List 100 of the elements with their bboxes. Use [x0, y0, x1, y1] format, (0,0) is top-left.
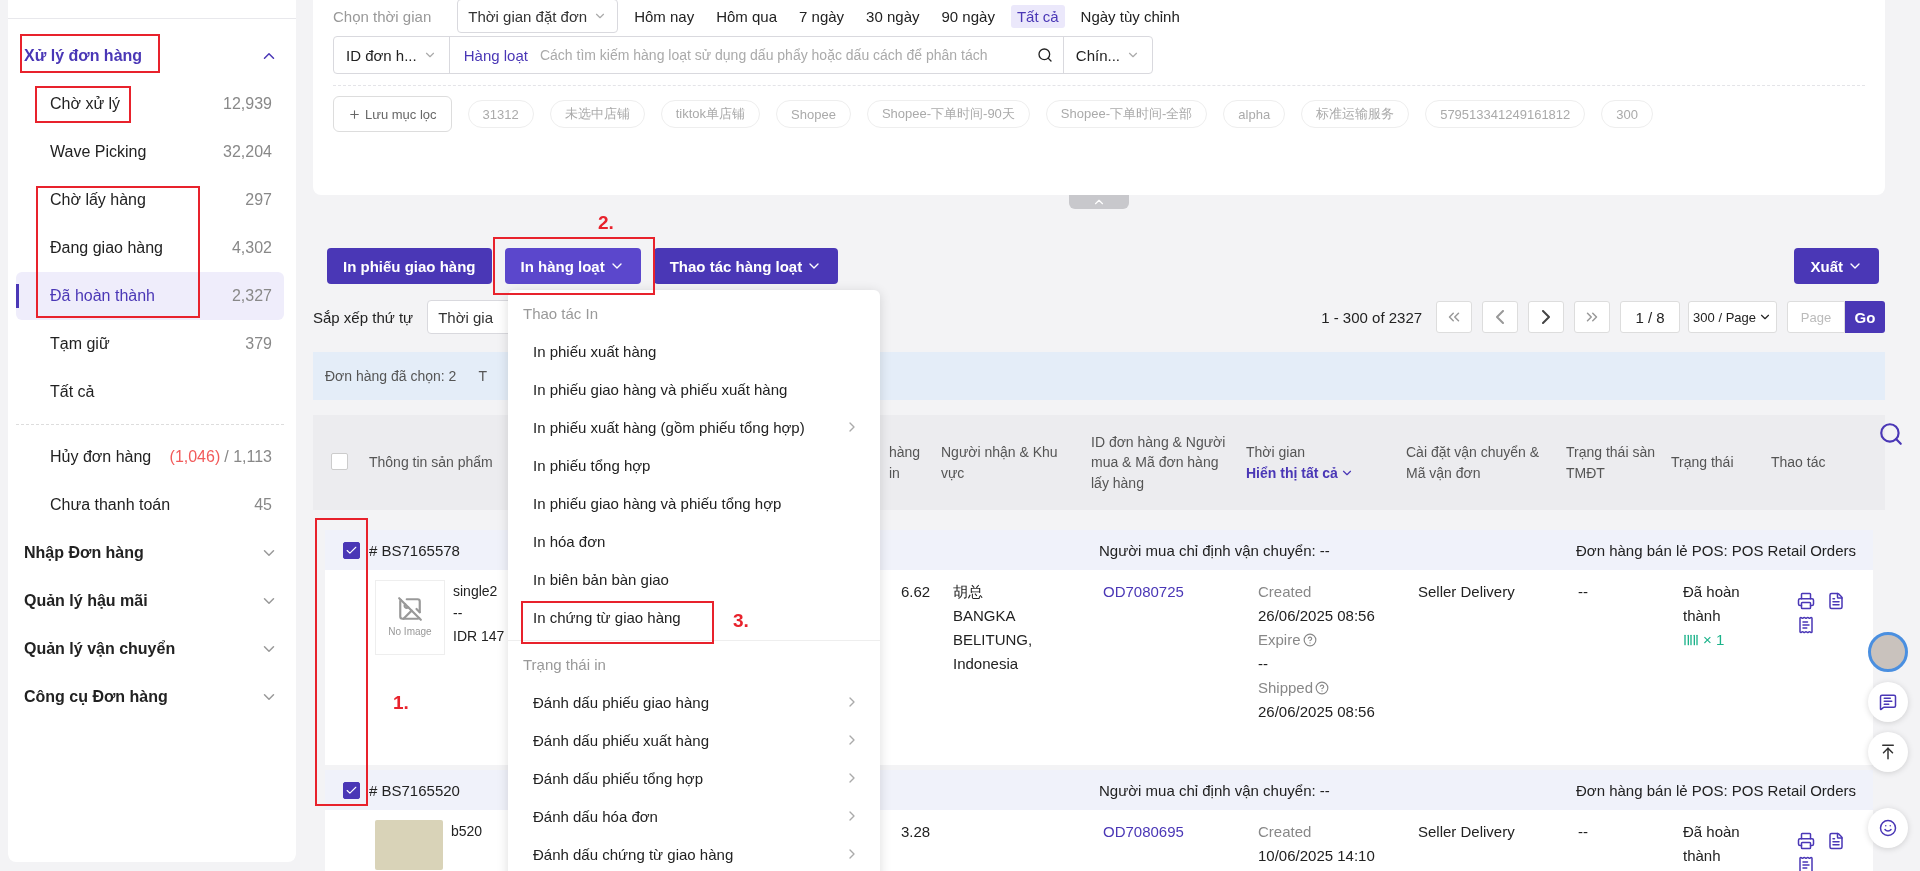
menu-group[interactable]: Quản lý vận chuyển: [8, 625, 296, 673]
column-header: Thông tin sản phẩm: [368, 453, 494, 473]
export-button[interactable]: Xuất: [1794, 248, 1879, 284]
photo-placeholder: [375, 820, 443, 870]
menu-group[interactable]: Quản lý hậu mãi: [8, 577, 296, 625]
back-to-top-button[interactable]: [1868, 732, 1908, 772]
selection-bar: [16, 284, 19, 308]
menu-item[interactable]: In phiếu xuất hàng: [508, 332, 677, 370]
menu-item[interactable]: In chứng từ giao hàng: [508, 598, 701, 636]
menu-item[interactable]: Đang giao hàng 4,302: [16, 224, 284, 272]
menu-item[interactable]: Tất cả: [16, 368, 284, 416]
scope-select[interactable]: Chín...: [1062, 37, 1152, 73]
menu-item[interactable]: Đánh dấu chứng từ giao hàng: [508, 835, 880, 871]
menu-group[interactable]: Nhập Đơn hàng: [8, 529, 296, 577]
sort-label: Sắp xếp thứ tự: [313, 308, 414, 326]
time-option[interactable]: Hôm nay: [628, 4, 701, 28]
menu-group[interactable]: Xử lý đơn hàng: [8, 32, 296, 80]
time-option[interactable]: 90 ngày: [935, 4, 1001, 28]
order-type: Đơn hàng bán lẻ POS: POS Retail Orders: [1576, 541, 1857, 559]
menu-item[interactable]: In hóa đơn: [508, 522, 626, 560]
save-filter-button[interactable]: Lưu mục lọc: [333, 96, 452, 132]
print-icon[interactable]: [1797, 592, 1815, 610]
time-value: 26/06/2025 08:56: [1258, 702, 1375, 722]
column-header: Thời gian: [1246, 443, 1306, 463]
action-button[interactable]: In phiếu giao hàng: [327, 248, 492, 284]
menu-item[interactable]: Tạm giữ 379: [16, 320, 284, 368]
page-indicator[interactable]: 1 / 8: [1620, 301, 1681, 333]
menu-item[interactable]: In biên bản bàn giao: [508, 560, 689, 598]
menu-item[interactable]: Chưa thanh toán 45: [16, 481, 284, 529]
time-option[interactable]: 30 ngày: [860, 4, 926, 28]
selected-count: Đơn hàng đã chọn: 2: [325, 368, 457, 384]
document-icon[interactable]: [1827, 592, 1845, 610]
search-field[interactable]: ID đơn h... Hàng loạt Cách tìm kiếm hàng loạt sử dụng dấu phẩy hoặc dấu cách để phân tách Chín...: [333, 36, 1153, 74]
alert-count: (1,046): [169, 448, 221, 466]
menu-item[interactable]: In phiếu giao hàng và phiếu tổng hợp: [508, 484, 802, 522]
time-option[interactable]: Tất cả: [1010, 4, 1065, 28]
page-input[interactable]: Page: [1787, 301, 1845, 333]
support-button[interactable]: [1868, 808, 1908, 848]
action-button[interactable]: In hàng loạt: [504, 248, 641, 284]
action-button[interactable]: Thao tác hàng loạt: [653, 248, 839, 284]
order-id: # BS7165520: [369, 781, 460, 799]
checkbox[interactable]: [343, 541, 360, 559]
annotation-number: 1.: [393, 692, 409, 714]
shipping-note: Người mua chỉ định vận chuyển: --: [1098, 541, 1331, 559]
menu-item[interactable]: Wave Picking 32,204: [16, 128, 284, 176]
receipt-icon[interactable]: [1797, 616, 1815, 634]
menu-item-label: Tất cả: [50, 383, 95, 401]
time-option[interactable]: Hôm qua: [710, 4, 784, 28]
no-image-icon: [397, 595, 423, 622]
help-icon: [1302, 633, 1317, 647]
product-variant: --: [453, 604, 463, 624]
chevron-right-icon: [1542, 310, 1551, 324]
barcode-count: × 1: [1703, 630, 1725, 650]
order-id: # BS7165578: [369, 541, 460, 559]
print-icon[interactable]: [1797, 832, 1815, 850]
shipping-method: Seller Delivery: [1418, 822, 1515, 842]
search-icon[interactable]: [1878, 421, 1904, 447]
receipt-icon[interactable]: [1797, 856, 1815, 871]
menu-group[interactable]: Công cụ Đơn hàng: [8, 673, 296, 721]
menu-item[interactable]: In phiếu tổng hợp: [508, 446, 671, 484]
column-header: hàng in: [888, 443, 922, 483]
item-count: / 1,113: [224, 448, 272, 466]
menu-item[interactable]: Đã hoàn thành 2,327: [16, 272, 284, 320]
shipping-note: Người mua chỉ định vận chuyển: --: [1098, 781, 1331, 799]
item-count: 4,302: [231, 239, 272, 257]
go-button[interactable]: Go: [1845, 301, 1885, 333]
page-size-select[interactable]: 300 / Page: [1688, 301, 1777, 333]
menu-item[interactable]: Chờ lấy hàng 297: [16, 176, 284, 224]
next-page-button[interactable]: [1528, 301, 1565, 333]
order-link[interactable]: OD7080725: [1103, 580, 1184, 604]
id-type-select[interactable]: ID đơn h...: [334, 37, 450, 73]
menu-item[interactable]: In phiếu xuất hàng (gồm phiếu tổng hợp): [508, 408, 880, 446]
menu-item[interactable]: Đánh dấu phiếu xuất hàng: [508, 721, 880, 759]
menu-item[interactable]: Hủy đơn hàng (1,046) / 1,113: [16, 433, 284, 481]
platform-status: --: [1578, 822, 1588, 842]
time-label: Expire: [1258, 628, 1317, 652]
order-link[interactable]: OD7080695: [1103, 820, 1184, 844]
menu-item[interactable]: Đánh dấu hóa đơn: [508, 797, 880, 835]
show-all-link[interactable]: Hiển thị tất cả: [1246, 462, 1354, 483]
menu-item[interactable]: Đánh dấu phiếu giao hàng: [508, 683, 880, 721]
order-type: Đơn hàng bán lẻ POS: POS Retail Orders: [1576, 781, 1857, 799]
checkbox[interactable]: [343, 781, 360, 799]
menu-item[interactable]: In phiếu giao hàng và phiếu xuất hàng: [508, 370, 808, 408]
menu-item[interactable]: Chờ xử lý 12,939: [16, 80, 284, 128]
shipping-method: Seller Delivery: [1418, 582, 1515, 602]
order-status: Đã hoàn thành: [1683, 822, 1741, 866]
chat-button[interactable]: [1868, 682, 1908, 722]
platform-status: --: [1578, 582, 1588, 602]
document-icon[interactable]: [1827, 832, 1845, 850]
product-name: b520: [451, 822, 483, 841]
menu-item-label: Wave Picking: [50, 143, 147, 161]
product-price: IDR 147: [453, 626, 505, 646]
column-header: Thao tác: [1770, 453, 1827, 473]
time-option[interactable]: 7 ngày: [793, 4, 851, 28]
chevron-left-icon: [1496, 310, 1505, 324]
time-type-select[interactable]: Thời gian đặt đơn: [457, 0, 619, 33]
menu-item[interactable]: Đánh dấu phiếu tổng hợp: [508, 759, 880, 797]
item-count: 32,204: [223, 143, 272, 161]
amount: 3.28: [901, 822, 931, 842]
time-option[interactable]: Ngày tùy chỉnh: [1074, 4, 1186, 28]
